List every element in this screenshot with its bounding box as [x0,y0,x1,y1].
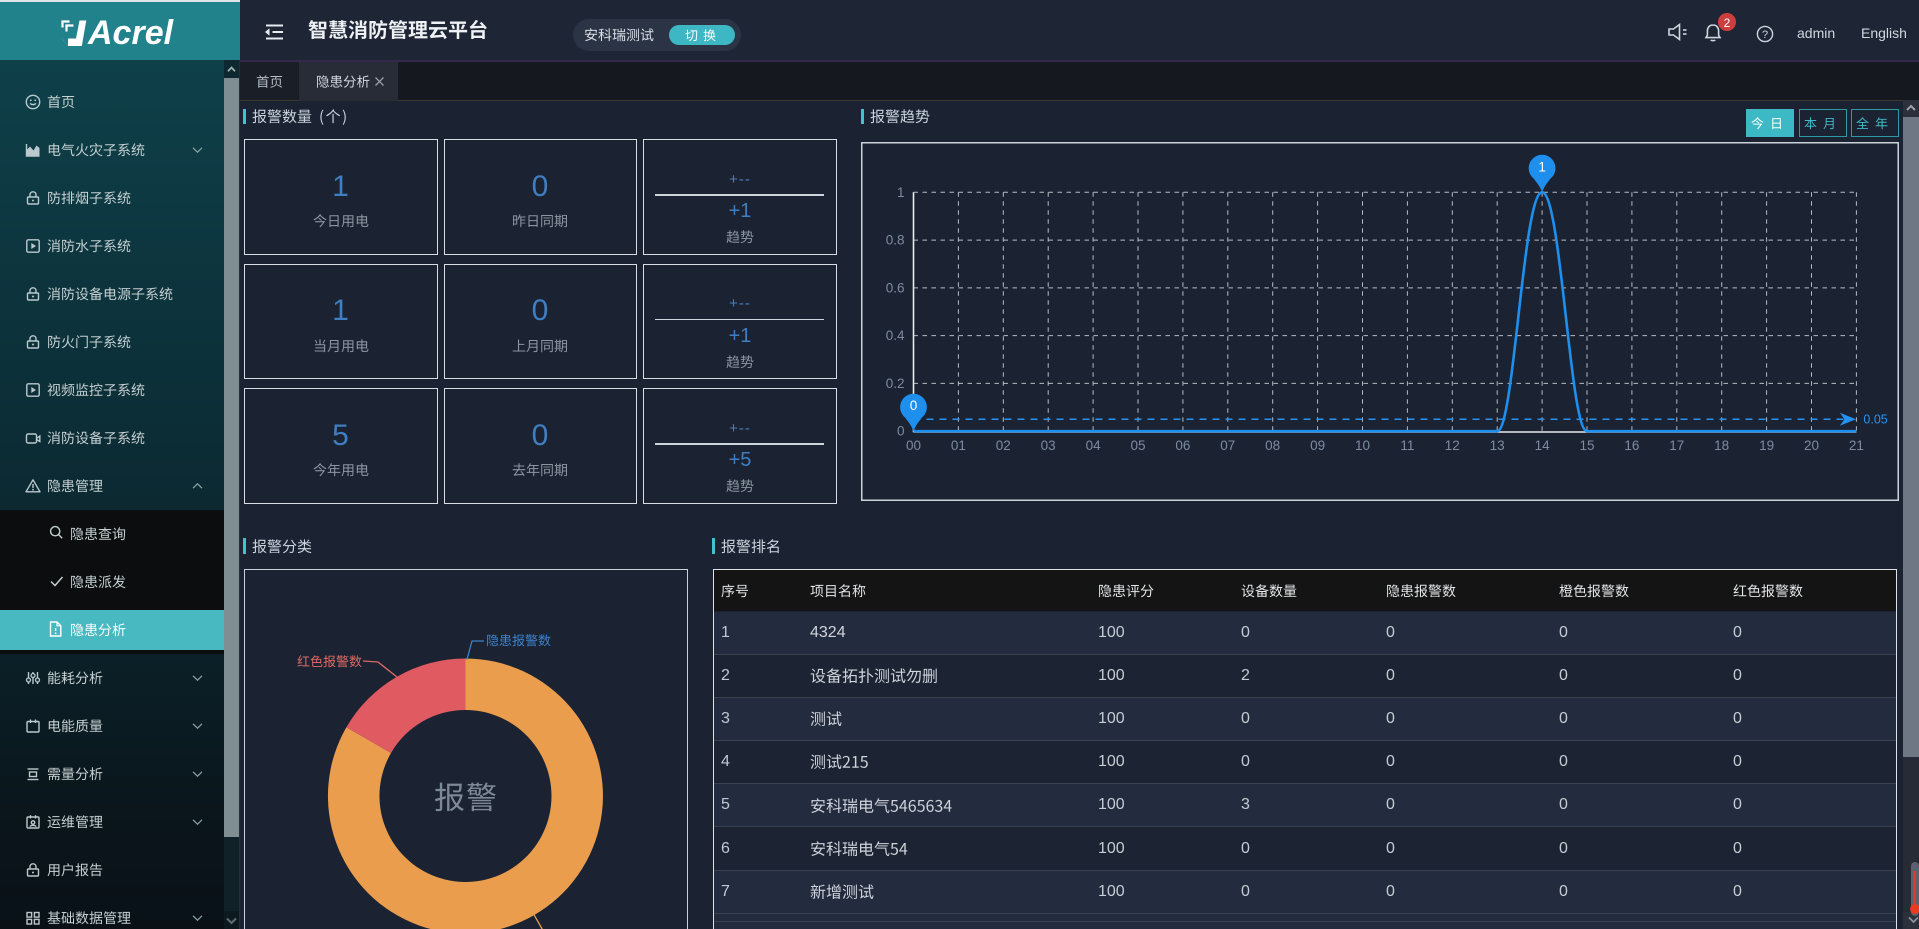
svg-text:0.8: 0.8 [886,233,905,248]
svg-text:10: 10 [1355,438,1370,453]
svg-text:0.6: 0.6 [886,280,905,295]
svg-text:1: 1 [1538,159,1546,174]
svg-text:05: 05 [1130,438,1145,453]
svg-text:21: 21 [1849,438,1864,453]
svg-text:09: 09 [1310,438,1325,453]
svg-text:15: 15 [1579,438,1594,453]
svg-text:02: 02 [996,438,1011,453]
svg-text:04: 04 [1086,438,1102,453]
svg-text:18: 18 [1714,438,1729,453]
svg-text:01: 01 [951,438,966,453]
svg-text:00: 00 [906,438,921,453]
svg-text:03: 03 [1041,438,1056,453]
svg-text:07: 07 [1220,438,1235,453]
svg-text:17: 17 [1669,438,1684,453]
svg-text:0: 0 [897,424,905,439]
svg-text:1: 1 [897,185,905,200]
svg-text:11: 11 [1400,438,1414,453]
svg-text:14: 14 [1535,438,1551,453]
svg-text:?: ? [1762,29,1768,41]
svg-text:20: 20 [1804,438,1819,453]
svg-text:0.2: 0.2 [886,376,905,391]
svg-text:13: 13 [1490,438,1505,453]
svg-text:0.4: 0.4 [886,328,905,343]
svg-text:08: 08 [1265,438,1280,453]
svg-text:06: 06 [1175,438,1190,453]
svg-text:16: 16 [1624,438,1639,453]
svg-text:0: 0 [910,398,918,413]
svg-text:19: 19 [1759,438,1774,453]
svg-text:0.05: 0.05 [1863,413,1887,427]
svg-text:12: 12 [1445,438,1460,453]
